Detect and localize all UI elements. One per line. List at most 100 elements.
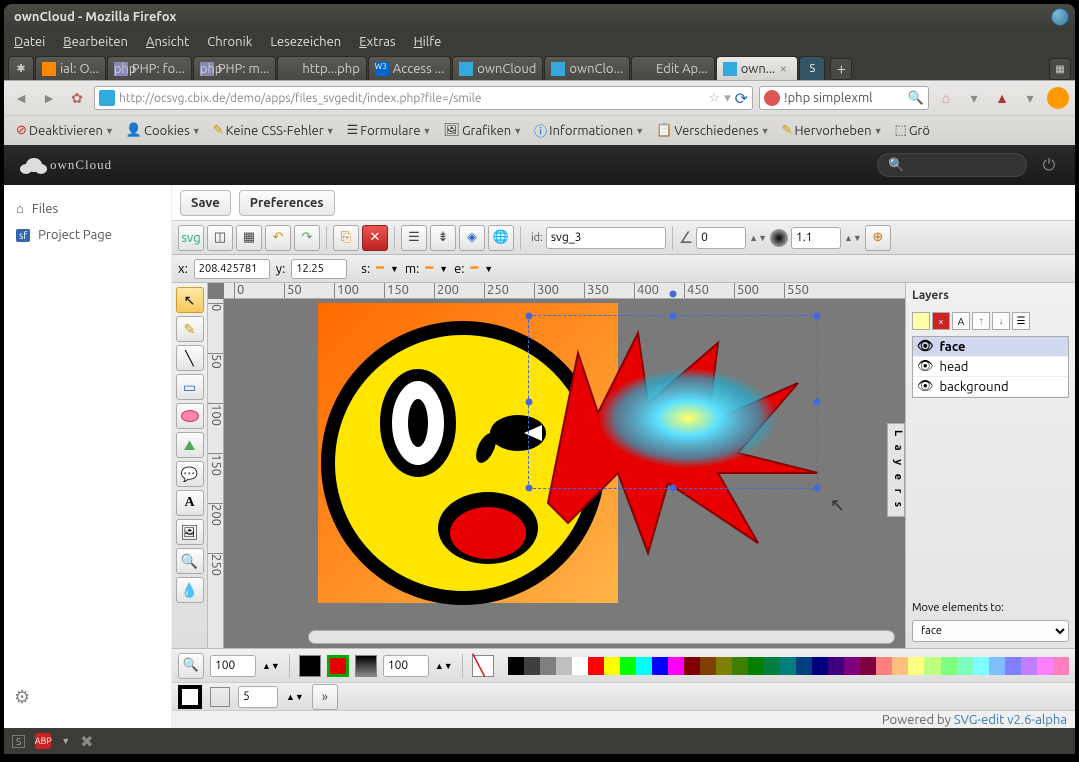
rect-tool[interactable]: ▭ <box>176 374 204 400</box>
logout-button[interactable]: ⏻ <box>1037 153 1061 177</box>
url-box[interactable]: ☆ ▾ ⟳ <box>94 86 753 110</box>
forward-button[interactable]: ► <box>38 87 60 109</box>
status-icon-1[interactable]: S <box>12 735 25 748</box>
layer-new[interactable] <box>912 312 930 330</box>
monkey-icon[interactable] <box>1047 87 1069 109</box>
select-tool[interactable]: ↖ <box>176 287 204 313</box>
svg-canvas[interactable] <box>318 303 618 603</box>
move-layer-select[interactable]: face <box>912 620 1069 642</box>
wireframe-button[interactable]: ◫ <box>207 225 233 251</box>
site-identity-icon[interactable] <box>99 90 115 106</box>
color-swatch[interactable] <box>780 657 796 675</box>
zoom-out[interactable]: 🔍 <box>178 653 204 679</box>
svg-edit-link[interactable]: SVG-edit v2.6-alpha <box>954 713 1067 727</box>
angle-input[interactable] <box>696 227 746 249</box>
stroke-swatch[interactable] <box>355 655 377 677</box>
grid-button[interactable]: ▦ <box>236 225 262 251</box>
image-tool[interactable]: 🖼 <box>176 519 204 545</box>
menu-datei[interactable]: Datei <box>14 35 45 49</box>
color-swatch[interactable] <box>796 657 812 675</box>
sidebar-project-page[interactable]: sfProject Page <box>12 222 163 248</box>
color-swatch[interactable] <box>1053 657 1069 675</box>
tab-s[interactable]: S <box>799 56 825 80</box>
layer-down[interactable]: ↓ <box>992 312 1010 330</box>
color-swatch[interactable] <box>588 657 604 675</box>
tab-pin[interactable]: ✱ <box>8 56 34 80</box>
eye-icon[interactable]: 👁 <box>917 379 934 394</box>
color-swatch[interactable] <box>812 657 828 675</box>
color-swatch[interactable] <box>908 657 924 675</box>
tab-5[interactable]: W3Access ... <box>368 56 451 80</box>
tab-active[interactable]: own...× <box>716 56 799 80</box>
reload-button[interactable]: ✿ <box>66 87 88 109</box>
devtool-misc[interactable]: 📋Verschiedenes▼ <box>652 121 773 140</box>
delete-button[interactable]: ✕ <box>362 225 388 251</box>
menu-ansicht[interactable]: Ansicht <box>146 35 189 49</box>
layer-delete[interactable]: × <box>932 312 950 330</box>
layer-up[interactable]: ↑ <box>972 312 990 330</box>
devtool-size[interactable]: ⬚Grö <box>891 121 934 140</box>
adblock-icon[interactable]: ABP <box>35 733 51 749</box>
devtool-disable[interactable]: ⊘Deaktivieren▼ <box>12 121 118 140</box>
tab-1[interactable]: ial: O... <box>35 56 106 80</box>
ungroup-button[interactable]: ⇟ <box>430 225 456 251</box>
home-icon[interactable]: ⌂ <box>935 87 957 109</box>
stroke-color[interactable] <box>178 685 202 709</box>
svg-source-button[interactable]: svg <box>178 225 204 251</box>
color-swatch[interactable] <box>540 657 556 675</box>
color-swatch[interactable] <box>828 657 844 675</box>
color-swatch[interactable] <box>572 657 588 675</box>
spinner-icon[interactable]: ▲▼ <box>749 233 767 243</box>
fill-swatch-2[interactable] <box>327 655 349 677</box>
layer-row-face[interactable]: 👁face <box>913 337 1068 357</box>
nav-icon-3[interactable]: ▾ <box>1019 87 1041 109</box>
app-search[interactable]: 🔍 <box>877 153 1027 177</box>
position-button[interactable]: ⊕ <box>865 225 891 251</box>
zoom-input[interactable] <box>210 655 256 677</box>
opacity-input[interactable] <box>791 227 841 249</box>
nav-icon-2[interactable]: ▲ <box>991 87 1013 109</box>
spinner-icon-2[interactable]: ▲▼ <box>844 233 862 243</box>
sidebar-files[interactable]: ⌂Files <box>12 195 163 222</box>
color-swatch[interactable] <box>860 657 876 675</box>
new-tab-button[interactable]: + <box>830 58 852 80</box>
tab-close-icon[interactable]: × <box>779 63 791 75</box>
eye-icon[interactable]: 👁 <box>917 359 934 374</box>
color-swatch[interactable] <box>508 657 524 675</box>
color-swatch[interactable] <box>620 657 636 675</box>
fill-swatch[interactable] <box>299 655 321 677</box>
color-swatch[interactable] <box>668 657 684 675</box>
undo-button[interactable]: ↶ <box>265 225 291 251</box>
color-swatch[interactable] <box>973 657 989 675</box>
color-swatch[interactable] <box>876 657 892 675</box>
color-swatch[interactable] <box>1005 657 1021 675</box>
layer-more[interactable]: ☰ <box>1012 312 1030 330</box>
redo-button[interactable]: ↷ <box>294 225 320 251</box>
search-go-icon[interactable]: 🔍 <box>908 91 924 106</box>
tab-4[interactable]: http...php <box>277 56 366 80</box>
devtool-css[interactable]: ✎Keine CSS-Fehler▼ <box>209 121 339 140</box>
stroke-none[interactable] <box>210 687 230 707</box>
back-button[interactable]: ◄ <box>10 87 32 109</box>
tab-2[interactable]: phpPHP: fo... <box>107 56 192 80</box>
layer-row-head[interactable]: 👁head <box>913 357 1068 377</box>
x-input[interactable] <box>194 259 270 279</box>
color-swatch[interactable] <box>524 657 540 675</box>
color-swatch[interactable] <box>700 657 716 675</box>
h-scrollbar[interactable] <box>308 630 895 644</box>
bookmark-star-icon[interactable]: ☆ <box>708 91 720 106</box>
menu-extras[interactable]: Extras <box>359 35 395 49</box>
path-tool[interactable]: ⛰ <box>176 432 204 458</box>
menu-chronik[interactable]: Chronik <box>207 35 252 49</box>
color-swatch[interactable] <box>748 657 764 675</box>
layers-tab[interactable]: L a y e r s <box>887 423 905 517</box>
nav-icon-1[interactable]: ▾ <box>963 87 985 109</box>
color-swatch[interactable] <box>957 657 973 675</box>
settings-icon[interactable]: ⚙ <box>14 687 30 708</box>
align-button[interactable]: ◈ <box>459 225 485 251</box>
menu-bearbeiten[interactable]: Bearbeiten <box>63 35 128 49</box>
tab-overview-button[interactable]: ▦ <box>1049 58 1071 80</box>
canvas-area[interactable]: 050100150200250300350400450500550 050100… <box>208 283 905 648</box>
color-swatch[interactable] <box>732 657 748 675</box>
owncloud-logo[interactable]: ownCloud <box>18 155 112 175</box>
